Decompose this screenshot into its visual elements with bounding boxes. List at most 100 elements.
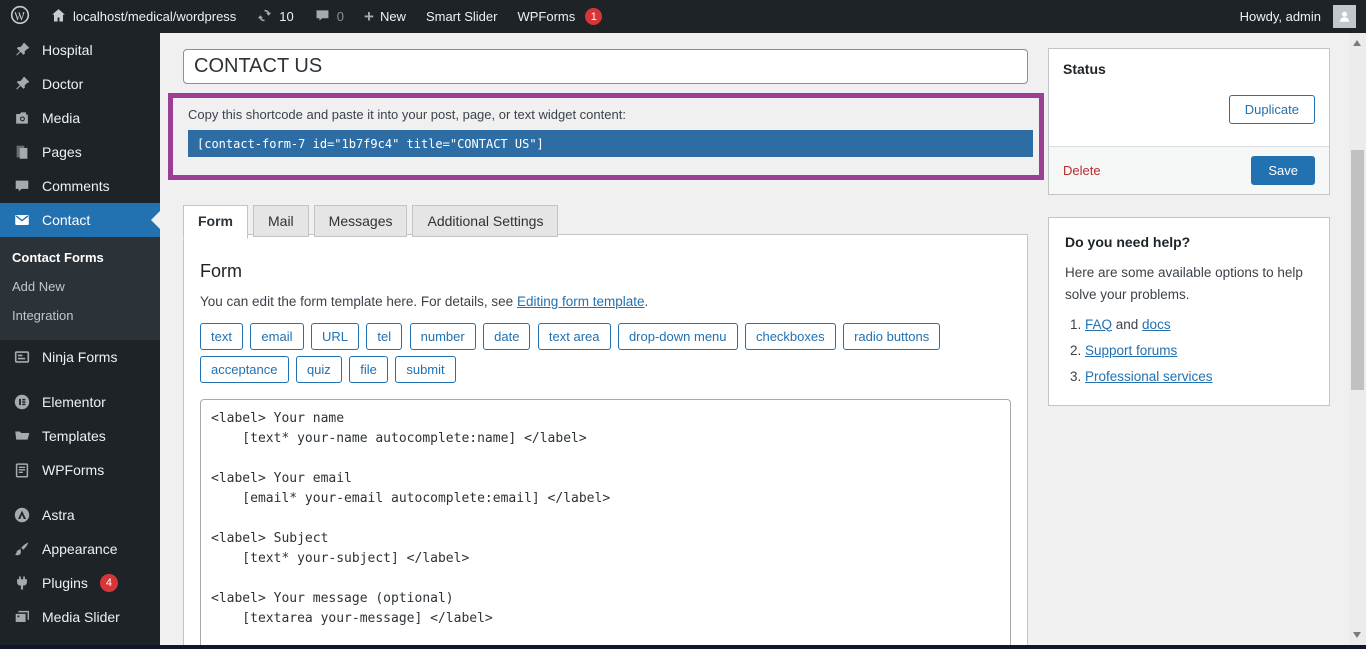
- sidebar-item-templates[interactable]: Templates: [0, 419, 160, 453]
- sidebar-item-doctor[interactable]: Doctor: [0, 67, 160, 101]
- scrollbar-thumb[interactable]: [1351, 150, 1364, 390]
- help-heading: Do you need help?: [1051, 222, 1327, 254]
- updates-link[interactable]: 10: [246, 0, 303, 33]
- smart-slider-menu[interactable]: Smart Slider: [416, 0, 508, 33]
- submenu-item-add-new[interactable]: Add New: [0, 272, 160, 301]
- form-title-input[interactable]: [183, 49, 1028, 84]
- sidebar-item-label: Elementor: [42, 394, 106, 410]
- tab-mail[interactable]: Mail: [253, 205, 309, 237]
- tag-button-radio-buttons[interactable]: radio buttons: [843, 323, 940, 350]
- form-template-textarea[interactable]: <label> Your name [text* your-name autoc…: [200, 399, 1011, 645]
- sidebar-item-media-slider[interactable]: Media Slider: [0, 600, 160, 634]
- folder-icon: [12, 426, 32, 446]
- vertical-scrollbar[interactable]: [1349, 33, 1366, 645]
- help-item-professional-services: Professional services: [1085, 369, 1327, 384]
- envelope-icon: [12, 210, 32, 230]
- sidebar-item-label: Templates: [42, 428, 106, 444]
- sidebar-item-label: Doctor: [42, 76, 83, 92]
- sidebar-item-elementor[interactable]: Elementor: [0, 385, 160, 419]
- panel-description: You can edit the form template here. For…: [200, 294, 1011, 309]
- sidebar-item-comments[interactable]: Comments: [0, 169, 160, 203]
- delete-link[interactable]: Delete: [1063, 163, 1101, 178]
- editing-form-template-link[interactable]: Editing form template: [517, 294, 645, 309]
- status-metabox: Status Duplicate Delete Save: [1048, 48, 1330, 195]
- tab-messages[interactable]: Messages: [314, 205, 408, 237]
- tag-button-email[interactable]: email: [250, 323, 303, 350]
- astra-icon: [12, 505, 32, 525]
- scroll-down-arrow-icon[interactable]: [1353, 632, 1361, 638]
- media-icon: [12, 108, 32, 128]
- tag-button-url[interactable]: URL: [311, 323, 359, 350]
- comments-icon: [12, 176, 32, 196]
- form-tab-panel: Form You can edit the form template here…: [183, 234, 1028, 645]
- tab-form[interactable]: Form: [183, 205, 248, 239]
- sidebar-item-pages[interactable]: Pages: [0, 135, 160, 169]
- new-content-menu[interactable]: + New: [354, 0, 416, 33]
- help-item-faq-docs: FAQ and docs: [1085, 317, 1327, 332]
- support-forums-link[interactable]: Support forums: [1085, 343, 1177, 358]
- sidebar-item-plugins[interactable]: Plugins 4: [0, 566, 160, 600]
- new-label: New: [380, 9, 406, 24]
- submenu-item-integration[interactable]: Integration: [0, 301, 160, 330]
- tag-button-file[interactable]: file: [349, 356, 388, 383]
- wordpress-logo-icon: [10, 5, 30, 28]
- tag-button-tel[interactable]: tel: [366, 323, 402, 350]
- sidebar-item-hospital[interactable]: Hospital: [0, 33, 160, 67]
- form-icon: [12, 347, 32, 367]
- description-text: You can edit the form template here. For…: [200, 294, 517, 309]
- sidebar-item-appearance[interactable]: Appearance: [0, 532, 160, 566]
- smart-slider-label: Smart Slider: [426, 9, 498, 24]
- tag-button-acceptance[interactable]: acceptance: [200, 356, 289, 383]
- status-footer: Delete Save: [1049, 146, 1329, 194]
- admin-sidebar: Hospital Doctor Media Pages Comments Con…: [0, 33, 160, 645]
- faq-link[interactable]: FAQ: [1085, 317, 1112, 332]
- tag-button-date[interactable]: date: [483, 323, 530, 350]
- sidebar-item-label: Comments: [42, 178, 110, 194]
- tag-button-number[interactable]: number: [410, 323, 476, 350]
- shortcode-highlight-annotation: Copy this shortcode and paste it into yo…: [168, 93, 1044, 180]
- tag-button-text[interactable]: text: [200, 323, 243, 350]
- sidebar-item-media[interactable]: Media: [0, 101, 160, 135]
- avatar: [1333, 5, 1356, 28]
- pages-icon: [12, 142, 32, 162]
- content-area: Copy this shortcode and paste it into yo…: [160, 33, 1349, 645]
- shortcode-value[interactable]: [contact-form-7 id="1b7f9c4" title="CONT…: [188, 130, 1033, 157]
- submenu-item-contact-forms[interactable]: Contact Forms: [0, 243, 160, 272]
- tag-button-checkboxes[interactable]: checkboxes: [745, 323, 836, 350]
- docs-link[interactable]: docs: [1142, 317, 1171, 332]
- save-button[interactable]: Save: [1251, 156, 1315, 185]
- tab-additional-settings[interactable]: Additional Settings: [412, 205, 558, 237]
- sidebar-item-label: Hospital: [42, 42, 93, 58]
- status-heading: Status: [1049, 49, 1329, 89]
- scroll-up-arrow-icon[interactable]: [1353, 40, 1361, 46]
- sidebar-item-label: Astra: [42, 507, 75, 523]
- sidebar-item-label: Appearance: [42, 541, 118, 557]
- wordpress-menu[interactable]: [0, 0, 40, 33]
- tag-button-submit[interactable]: submit: [395, 356, 455, 383]
- menu-separator: [0, 487, 160, 498]
- tag-button-text-area[interactable]: text area: [538, 323, 611, 350]
- wpforms-menu[interactable]: WPForms 1: [507, 0, 612, 33]
- site-name-link[interactable]: localhost/medical/wordpress: [40, 0, 246, 33]
- sidebar-item-wpforms[interactable]: WPForms: [0, 453, 160, 487]
- professional-services-link[interactable]: Professional services: [1085, 369, 1213, 384]
- comments-link[interactable]: 0: [304, 0, 354, 33]
- sidebar-item-ninja-forms[interactable]: Ninja Forms: [0, 340, 160, 374]
- sidebar-item-label: Contact: [42, 212, 90, 228]
- tag-button-drop-down-menu[interactable]: drop-down menu: [618, 323, 738, 350]
- my-account-menu[interactable]: Howdy, admin: [1230, 0, 1366, 33]
- editor-tabs: Form Mail Messages Additional Settings: [183, 205, 563, 237]
- sidebar-item-label: Media Slider: [42, 609, 120, 625]
- sidebar-item-astra[interactable]: Astra: [0, 498, 160, 532]
- duplicate-button[interactable]: Duplicate: [1229, 95, 1315, 124]
- tag-button-quiz[interactable]: quiz: [296, 356, 342, 383]
- images-stack-icon: [12, 607, 32, 627]
- comment-bubble-icon: [314, 7, 331, 27]
- menu-separator: [0, 374, 160, 385]
- paintbrush-icon: [12, 539, 32, 559]
- contact-submenu: Contact Forms Add New Integration: [0, 237, 160, 340]
- side-column: Status Duplicate Delete Save Do you need…: [1048, 48, 1330, 428]
- sidebar-item-contact[interactable]: Contact: [0, 203, 160, 237]
- tag-generator-buttons: text email URL tel number date text area…: [200, 323, 1011, 389]
- plus-icon: +: [364, 8, 374, 25]
